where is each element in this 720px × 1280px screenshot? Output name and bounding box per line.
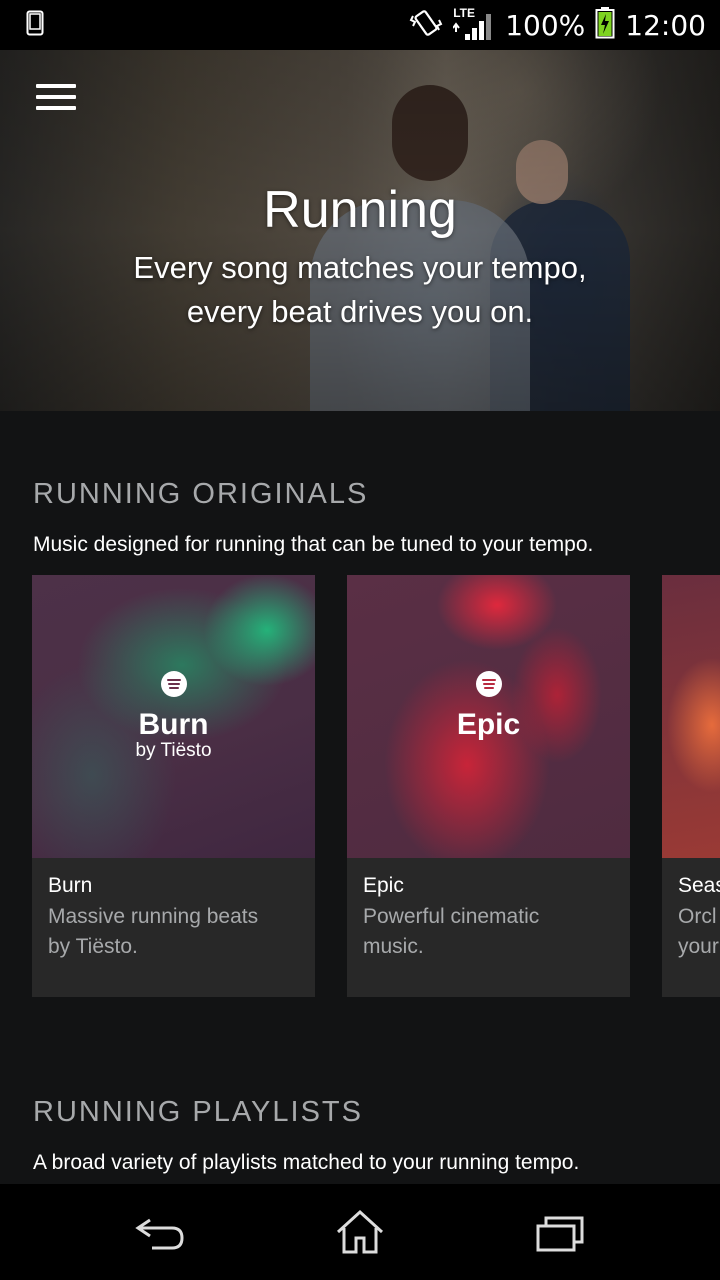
playlists-description: A broad variety of playlists matched to … (33, 1151, 580, 1174)
clock: 12:00 (625, 8, 706, 42)
hero-subtitle-line-1: Every song matches your tempo, (133, 250, 587, 285)
recent-apps-icon (536, 1216, 584, 1252)
burn-cover-subtitle: by Tiësto (135, 740, 212, 761)
vibrate-icon (409, 6, 443, 45)
card-description: Orcl your (678, 902, 719, 962)
hero-subtitle-line-2: every beat drives you on. (186, 294, 534, 329)
card-description-line: by Tiësto. (48, 935, 138, 958)
card-description-line: Orcl (678, 905, 717, 928)
lte-signal-icon: LTE (453, 6, 495, 42)
card-title: Burn (48, 874, 93, 897)
burn-cover-label: Burn by Tiësto (32, 671, 315, 762)
menu-button[interactable] (36, 84, 76, 114)
phone-icon (26, 10, 44, 41)
back-button[interactable] (130, 1206, 190, 1258)
card-title: Seas (678, 874, 720, 897)
burn-cover-title: Burn (138, 708, 209, 741)
epic-card-info: Epic Powerful cinematic music. (347, 858, 630, 962)
original-card-burn[interactable]: Burn by Tiësto Burn Massive running beat… (32, 575, 315, 997)
original-card-epic[interactable]: Epic Epic Powerful cinematic music. (347, 575, 630, 997)
epic-cover-art: Epic (347, 575, 630, 858)
hero-banner: Running Every song matches your tempo, e… (0, 50, 720, 411)
originals-heading: RUNNING ORIGINALS (33, 478, 369, 510)
battery-charging-icon (595, 6, 615, 44)
back-icon (135, 1218, 184, 1250)
status-bar: LTE 100% 12:00 (0, 0, 720, 50)
burn-card-info: Burn Massive running beats by Tiësto. (32, 858, 315, 962)
navigation-bar (0, 1184, 720, 1280)
epic-cover-title: Epic (456, 708, 521, 741)
home-button[interactable] (330, 1206, 390, 1258)
hero-title: Running (263, 181, 457, 239)
card-description-line: music. (363, 935, 424, 958)
playlists-heading: RUNNING PLAYLISTS (33, 1096, 363, 1128)
original-card-seasons[interactable]: Seas Orcl your (662, 575, 720, 997)
spotify-icon (160, 671, 187, 697)
burn-cover-art: Burn by Tiësto (32, 575, 315, 858)
card-description: Massive running beats by Tiësto. (48, 902, 299, 962)
home-icon (336, 1209, 384, 1254)
hero-subtitle: Every song matches your tempo, every bea… (0, 246, 720, 334)
card-description: Powerful cinematic music. (363, 902, 614, 962)
card-title: Epic (363, 874, 404, 897)
epic-cover-label: Epic (347, 671, 630, 742)
seasons-cover-art (662, 575, 720, 858)
menu-icon (36, 84, 76, 110)
recent-apps-button[interactable] (530, 1206, 590, 1258)
originals-description: Music designed for running that can be t… (33, 533, 594, 556)
seasons-card-info: Seas Orcl your (662, 858, 720, 962)
battery-percent: 100% (505, 8, 586, 42)
card-description-line: Powerful cinematic (363, 905, 540, 928)
status-icons: LTE 100% 12:00 (409, 6, 706, 45)
card-description-line: Massive running beats (48, 905, 259, 928)
card-description-line: your (678, 935, 719, 958)
spotify-icon (475, 671, 502, 697)
